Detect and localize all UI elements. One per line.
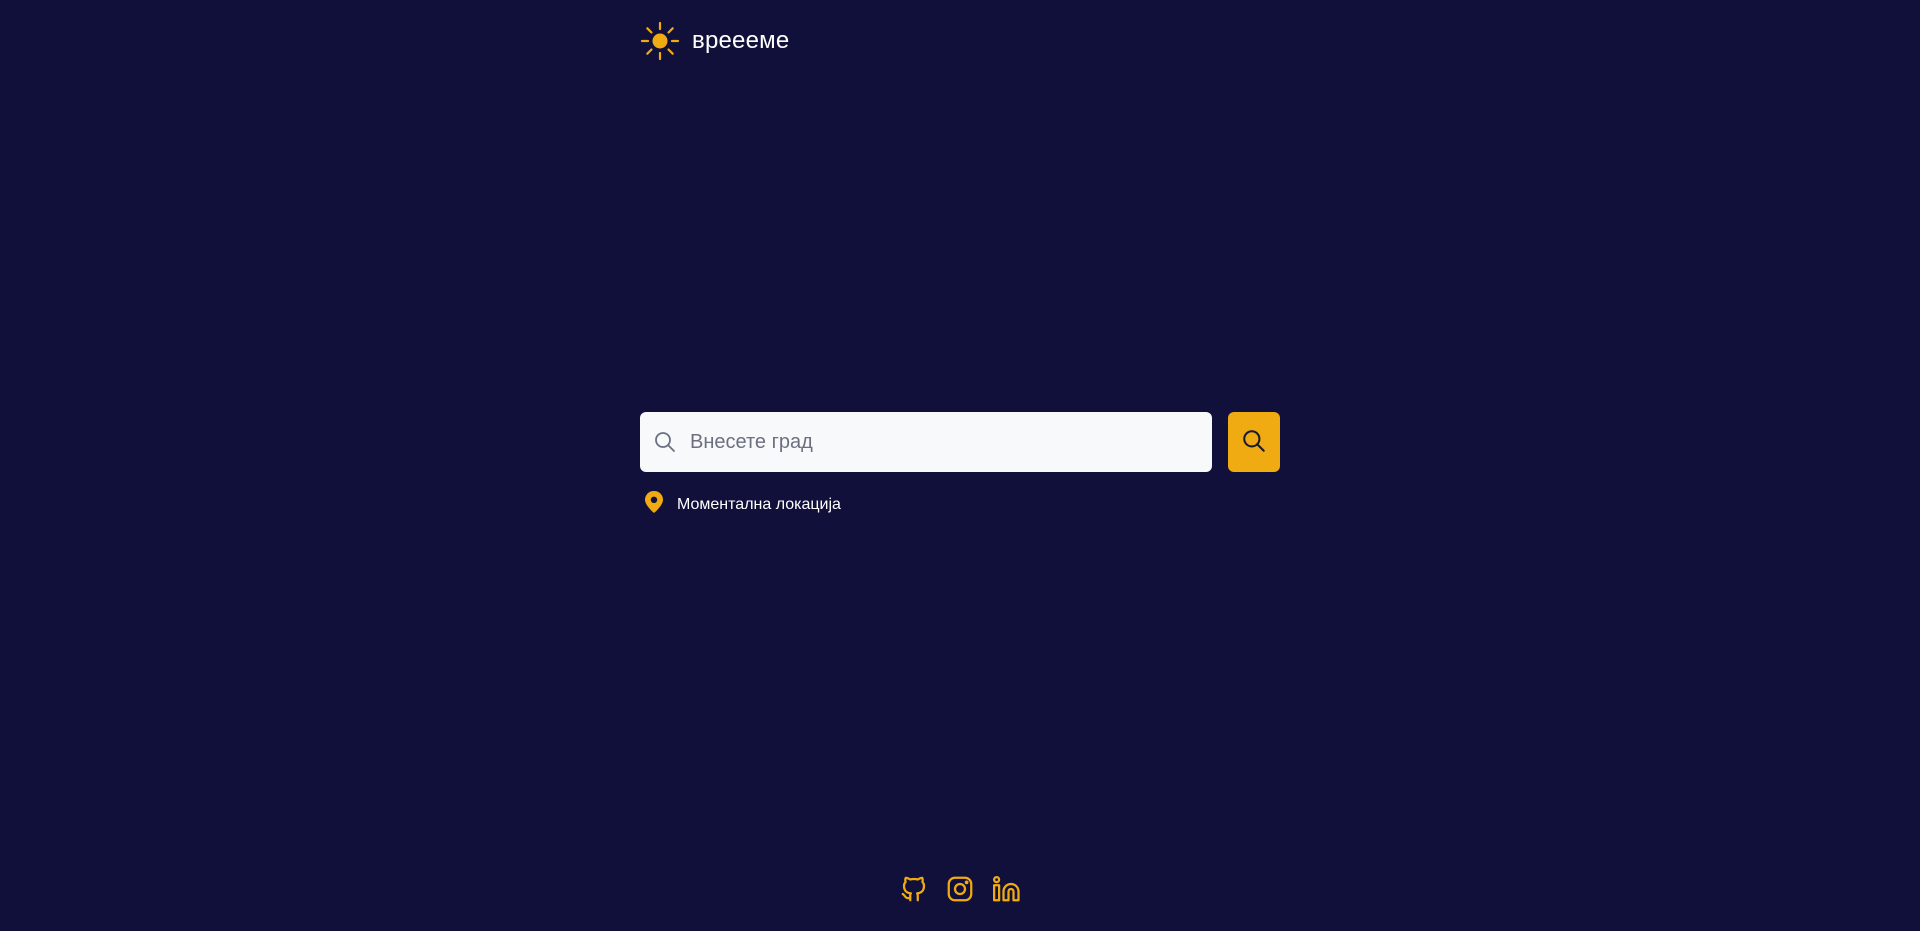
search-icon (1241, 428, 1267, 457)
map-pin-icon (643, 490, 665, 519)
instagram-link[interactable] (945, 876, 975, 906)
current-location-label: Моментална локација (677, 495, 841, 513)
github-icon (899, 874, 929, 909)
sun-icon (640, 21, 680, 61)
footer-social-links (0, 874, 1920, 909)
current-location-button[interactable]: Моментална локација (643, 490, 841, 519)
linkedin-icon (991, 874, 1021, 909)
search-input[interactable] (690, 412, 1190, 472)
search-field[interactable] (640, 412, 1212, 472)
github-link[interactable] (899, 876, 929, 906)
search-bar (640, 412, 1280, 472)
instagram-icon (945, 874, 975, 909)
weather-app-page: вреееме Внесете град Моментална локација (0, 0, 1920, 931)
app-header: вреееме (640, 18, 789, 64)
app-title: вреееме (692, 27, 790, 54)
search-icon (653, 430, 677, 459)
search-button[interactable] (1228, 412, 1280, 472)
linkedin-link[interactable] (991, 874, 1021, 909)
